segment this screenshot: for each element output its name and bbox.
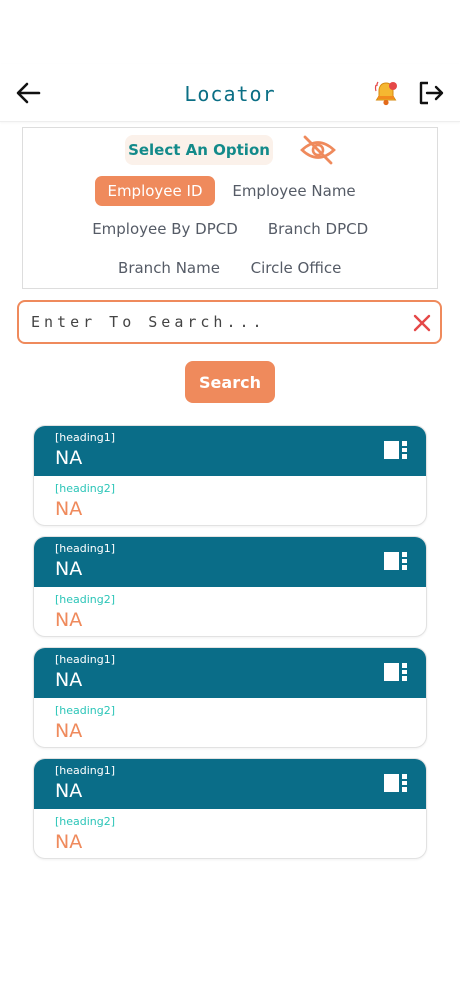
heading2-value: NA (55, 831, 83, 853)
card-header: [heading1] NA (34, 426, 426, 476)
card-header: [heading1] NA (34, 537, 426, 587)
option-employee-by-dpcd[interactable]: Employee By DPCD (85, 214, 245, 244)
result-card: [heading1] NA [heading2] NA (33, 425, 427, 526)
result-card: [heading1] NA [heading2] NA (33, 647, 427, 748)
option-circle-office[interactable]: Circle Office (245, 253, 347, 283)
select-option-label: Select An Option (125, 135, 273, 165)
heading2-label: [heading2] (55, 704, 116, 717)
contact-card-icon[interactable] (384, 551, 408, 571)
heading2-value: NA (55, 609, 83, 631)
option-employee-name[interactable]: Employee Name (228, 176, 360, 206)
app-header: Locator (0, 64, 460, 122)
bell-icon[interactable] (372, 79, 400, 107)
heading1-label: [heading1] (55, 653, 116, 666)
search-options-panel: Select An Option Employee ID Employee Na… (22, 127, 438, 289)
search-button[interactable]: Search (185, 361, 275, 403)
contact-card-icon[interactable] (384, 773, 408, 793)
option-branch-name[interactable]: Branch Name (113, 253, 225, 283)
heading2-label: [heading2] (55, 482, 116, 495)
heading2-value: NA (55, 498, 83, 520)
search-field (17, 300, 442, 344)
heading1-label: [heading1] (55, 431, 116, 444)
contact-card-icon[interactable] (384, 440, 408, 460)
heading1-label: [heading1] (55, 542, 116, 555)
option-branch-dpcd[interactable]: Branch DPCD (263, 214, 373, 244)
heading2-value: NA (55, 720, 83, 742)
heading1-value: NA (55, 669, 83, 691)
heading1-label: [heading1] (55, 764, 116, 777)
eye-off-icon[interactable] (299, 134, 337, 166)
heading1-value: NA (55, 447, 83, 469)
result-card: [heading1] NA [heading2] NA (33, 536, 427, 637)
heading1-value: NA (55, 780, 83, 802)
close-icon[interactable] (411, 312, 433, 334)
card-header: [heading1] NA (34, 759, 426, 809)
heading2-label: [heading2] (55, 815, 116, 828)
result-card: [heading1] NA [heading2] NA (33, 758, 427, 859)
heading1-value: NA (55, 558, 83, 580)
contact-card-icon[interactable] (384, 662, 408, 682)
search-input[interactable] (31, 310, 401, 334)
card-header: [heading1] NA (34, 648, 426, 698)
heading2-label: [heading2] (55, 593, 116, 606)
logout-icon[interactable] (416, 78, 446, 108)
option-employee-id[interactable]: Employee ID (95, 176, 215, 206)
